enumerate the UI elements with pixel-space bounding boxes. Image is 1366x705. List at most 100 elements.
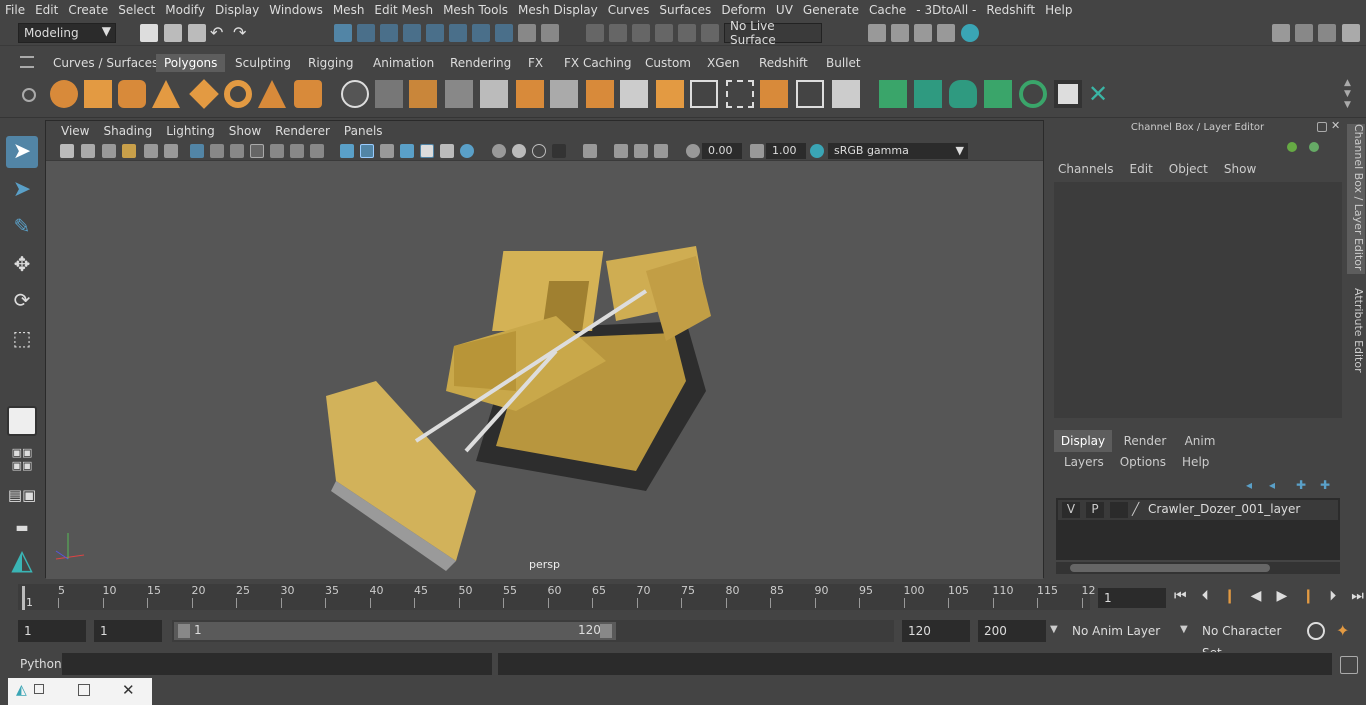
tab-fx[interactable]: FX xyxy=(520,54,551,72)
construction-history-icon[interactable] xyxy=(541,24,559,42)
outliner-layout-icon[interactable]: ▤▣ xyxy=(6,482,38,508)
mirror-icon[interactable] xyxy=(409,80,437,108)
bookmark-icon[interactable] xyxy=(102,144,116,158)
tab-curves-surfaces[interactable]: Curves / Surfaces xyxy=(45,54,166,72)
safe-action-icon[interactable] xyxy=(290,144,304,158)
soft-select-icon[interactable] xyxy=(609,24,627,42)
panel-layout-icon[interactable]: ▬ xyxy=(6,518,38,538)
layer-display-type-toggle[interactable] xyxy=(1110,502,1128,518)
cb-menu-edit[interactable]: Edit xyxy=(1130,162,1153,180)
cb-menu-show[interactable]: Show xyxy=(1224,162,1256,180)
grease-pencil-icon[interactable] xyxy=(164,144,178,158)
xray-components-icon[interactable] xyxy=(654,144,668,158)
smooth-shade-icon[interactable] xyxy=(360,144,374,158)
bridge-icon[interactable] xyxy=(516,80,544,108)
minimized-window[interactable]: ◭ ✕ xyxy=(8,678,152,705)
command-input[interactable] xyxy=(62,653,492,675)
close-icon[interactable]: ✕ xyxy=(122,681,135,699)
combine-icon[interactable] xyxy=(341,80,369,108)
range-slider-handle[interactable]: 1 120 xyxy=(174,622,616,640)
step-back-frame-icon[interactable]: ❙ xyxy=(1224,588,1236,608)
default-material-icon[interactable] xyxy=(380,144,394,158)
animation-prefs-icon[interactable]: ✦ xyxy=(1336,622,1354,640)
range-start-grip-icon[interactable] xyxy=(178,624,190,638)
tab-bullet[interactable]: Bullet xyxy=(818,54,869,72)
reflection-icon[interactable] xyxy=(655,24,673,42)
menu-mesh-display[interactable]: Mesh Display xyxy=(513,3,603,17)
menu-select[interactable]: Select xyxy=(113,3,160,17)
xray-icon[interactable] xyxy=(614,144,628,158)
menu-edit[interactable]: Edit xyxy=(30,3,63,17)
character-set-dropdown[interactable]: No Character Set xyxy=(1196,620,1298,660)
redshift-checker-icon[interactable] xyxy=(1054,80,1082,108)
poly-cone-icon[interactable] xyxy=(152,80,180,108)
range-slider-track[interactable]: 1 120 xyxy=(172,620,894,642)
menu-create[interactable]: Create xyxy=(63,3,113,17)
resolution-gate-icon[interactable] xyxy=(230,144,244,158)
scene-start-field[interactable]: 1 xyxy=(18,620,86,642)
step-forward-frame-icon[interactable]: ❙ xyxy=(1302,588,1314,608)
render-view-icon[interactable] xyxy=(868,24,886,42)
single-perspective-layout-icon[interactable] xyxy=(7,406,37,436)
poly-cylinder-icon[interactable] xyxy=(118,80,146,108)
live-surface-field[interactable]: No Live Surface xyxy=(724,19,822,47)
planar-uv-icon[interactable] xyxy=(760,80,788,108)
bevel-icon[interactable] xyxy=(550,80,578,108)
menu-edit-mesh[interactable]: Edit Mesh xyxy=(369,3,438,17)
poly-cube-icon[interactable] xyxy=(84,80,112,108)
redo-icon[interactable]: ↷ xyxy=(233,24,251,42)
menu-file[interactable]: File xyxy=(0,3,30,17)
poly-pipe-icon[interactable] xyxy=(294,80,322,108)
go-to-start-icon[interactable]: ⏮ xyxy=(1174,588,1187,608)
snap-grid-icon[interactable] xyxy=(403,24,421,42)
layer-scrollbar[interactable] xyxy=(1056,562,1340,574)
menu-help[interactable]: Help xyxy=(1040,3,1077,17)
poly-torus-icon[interactable] xyxy=(224,80,252,108)
tab-display[interactable]: Display xyxy=(1054,430,1112,452)
close-icon[interactable]: ✕ xyxy=(1331,120,1343,132)
camera-attributes-icon[interactable] xyxy=(81,144,95,158)
mode-dropdown[interactable]: Modeling ▼ xyxy=(18,23,116,43)
insert-edge-loop-icon[interactable] xyxy=(690,80,718,108)
script-editor-icon[interactable] xyxy=(1340,656,1358,674)
layer-menu-help[interactable]: Help xyxy=(1182,455,1209,469)
chevron-down-icon[interactable]: ▼ xyxy=(1050,624,1058,635)
safe-title-icon[interactable] xyxy=(310,144,324,158)
rotate-tool-icon[interactable]: ⟳ xyxy=(6,284,38,316)
play-backwards-icon[interactable]: ◀ xyxy=(1251,588,1262,608)
restore-icon[interactable] xyxy=(34,684,44,694)
move-layer-up-icon[interactable]: ◂ xyxy=(1246,478,1260,492)
shelf-scroll-icon[interactable]: ▲ ▼ ▼ xyxy=(1344,78,1356,112)
wireframe-on-shaded-icon[interactable] xyxy=(400,144,414,158)
render-settings-icon[interactable] xyxy=(937,24,955,42)
menu-mesh-tools[interactable]: Mesh Tools xyxy=(438,3,513,17)
tool-settings-icon[interactable] xyxy=(1318,24,1336,42)
layer-row[interactable]: V P ╱ Crawler_Dozer_001_layer xyxy=(1058,500,1338,520)
chevron-down-icon[interactable]: ▼ xyxy=(1180,624,1188,635)
tab-render[interactable]: Render xyxy=(1116,430,1174,452)
screen-space-ao-icon[interactable] xyxy=(492,144,506,158)
menu-icon[interactable] xyxy=(20,56,34,68)
scale-tool-icon[interactable]: ⬚ xyxy=(6,322,38,354)
range-end-grip-icon[interactable] xyxy=(600,624,612,638)
tab-anim[interactable]: Anim xyxy=(1174,430,1226,452)
redshift-lines-icon[interactable]: ✕ xyxy=(1088,80,1116,108)
magnet-icon[interactable] xyxy=(586,24,604,42)
gear-icon[interactable] xyxy=(22,88,36,102)
move-layer-down-icon[interactable]: ◂ xyxy=(1269,478,1283,492)
new-scene-icon[interactable] xyxy=(140,24,158,42)
key-indicator-icon[interactable] xyxy=(1287,142,1297,152)
tab-polygons[interactable]: Polygons xyxy=(156,54,226,72)
tweak-icon[interactable] xyxy=(678,24,696,42)
menu-surfaces[interactable]: Surfaces xyxy=(654,3,716,17)
gate-mask-icon[interactable] xyxy=(250,144,264,158)
select-by-object-icon[interactable] xyxy=(357,24,375,42)
perspective-scene[interactable]: persp xyxy=(46,161,1043,579)
auto-key-icon[interactable] xyxy=(1307,622,1325,640)
vp-menu-view[interactable]: View xyxy=(54,124,96,138)
tab-fx-caching[interactable]: FX Caching xyxy=(556,54,639,72)
vp-menu-lighting[interactable]: Lighting xyxy=(159,124,222,138)
redshift-proxy-icon[interactable] xyxy=(914,80,942,108)
script-language-label[interactable]: Python xyxy=(20,657,62,671)
playback-start-field[interactable]: 1 xyxy=(94,620,162,642)
